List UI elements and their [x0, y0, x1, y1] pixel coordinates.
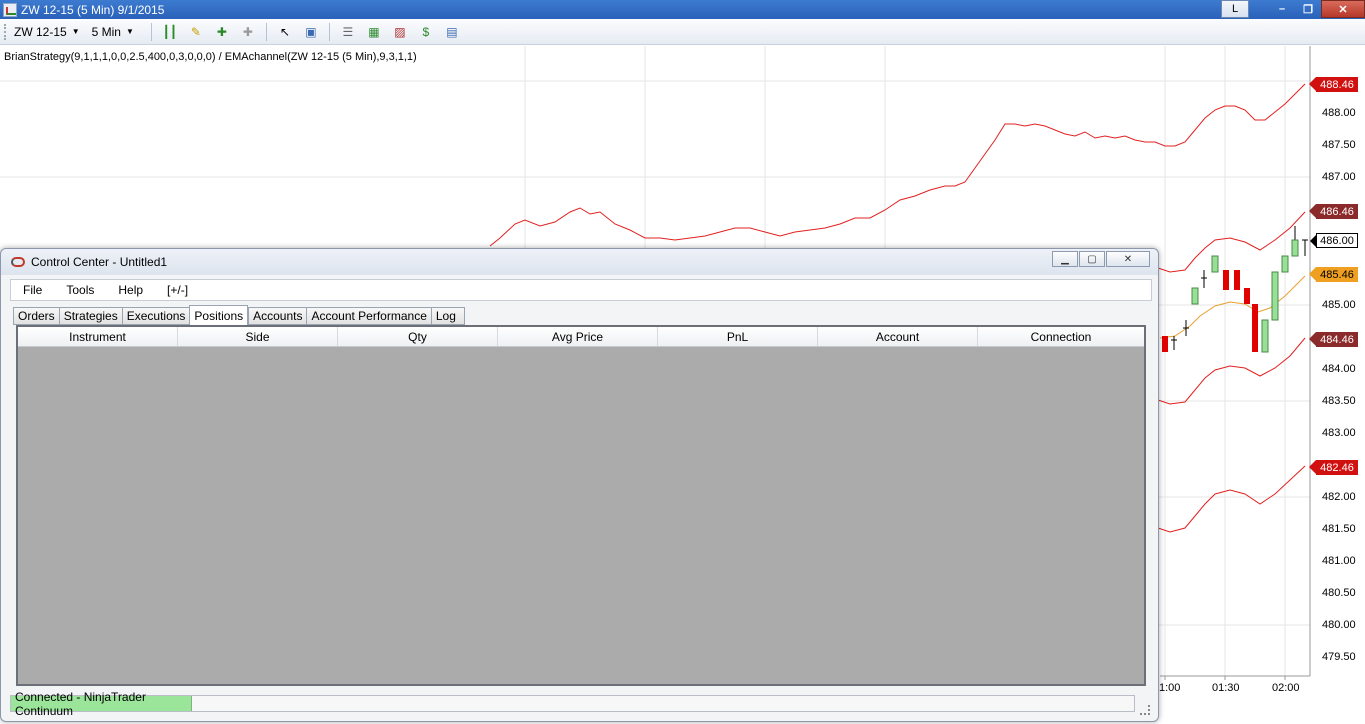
price-tag: 488.46	[1309, 77, 1358, 92]
toolbar-separator	[328, 22, 330, 41]
menu-help[interactable]: Help	[106, 283, 155, 297]
zoom-out-icon[interactable]: ✚	[239, 23, 257, 41]
tab-strategies[interactable]: Strategies	[58, 307, 122, 325]
price-axis-label: 480.00	[1322, 619, 1356, 631]
interval-dropdown[interactable]: 5 Min ▼	[92, 25, 134, 39]
price-axis-label: 482.00	[1322, 491, 1356, 503]
price-axis-label: 488.00	[1322, 107, 1356, 119]
close-icon[interactable]: ✕	[1321, 0, 1365, 18]
positions-grid[interactable]: Instrument Side Qty Avg Price PnL Accoun…	[16, 325, 1146, 686]
control-center-tabs: Orders Strategies Executions Positions A…	[13, 305, 465, 325]
channel-lower-inner	[1157, 337, 1306, 405]
price-axis-label: 487.50	[1322, 139, 1356, 151]
tab-executions[interactable]: Executions	[121, 307, 190, 325]
strategies-icon[interactable]: ▨	[391, 23, 409, 41]
menu-expand[interactable]: [+/-]	[155, 283, 200, 297]
window-title: ZW 12-15 (5 Min) 9/1/2015	[21, 2, 165, 17]
window-icon[interactable]: ▤	[443, 23, 461, 41]
column-header-side[interactable]: Side	[178, 327, 338, 346]
price-axis-label: 487.00	[1322, 171, 1356, 183]
time-axis-label: 01:30	[1212, 682, 1240, 694]
price-axis-label: 483.00	[1322, 427, 1356, 439]
chart-app-icon	[3, 2, 17, 17]
tab-positions[interactable]: Positions	[189, 305, 249, 325]
price-axis-label: 479.50	[1322, 651, 1356, 663]
chart-toolbar: ZW 12-15 ▼ 5 Min ▼ ┃┃ ✎ ✚ ✚ ↖ ▣ ☰ ▦ ▨ $ ▤	[0, 19, 1365, 45]
time-axis-ticks	[1164, 676, 1286, 680]
control-center-window[interactable]: Control Center - Untitled1 ▁ ▢ ✕ File To…	[0, 248, 1159, 722]
price-axis-label: 483.50	[1322, 395, 1356, 407]
tab-account-performance[interactable]: Account Performance	[306, 307, 431, 325]
instrument-dropdown[interactable]: ZW 12-15 ▼	[14, 25, 80, 39]
column-header-avg-price[interactable]: Avg Price	[498, 327, 658, 346]
indicators-icon[interactable]: ▦	[365, 23, 383, 41]
data-box-icon[interactable]: ▣	[302, 23, 320, 41]
maximize-icon[interactable]: ▢	[1079, 251, 1105, 267]
minimize-icon[interactable]: ▁	[1052, 251, 1078, 267]
price-axis-label: 481.50	[1322, 523, 1356, 535]
resize-grip-icon[interactable]	[1140, 705, 1150, 715]
price-axis-label: 481.00	[1322, 555, 1356, 567]
control-center-status-bar: Connected - NinjaTrader Continuum	[10, 690, 1135, 718]
price-tag: 484.46	[1309, 332, 1358, 347]
positions-grid-header: Instrument Side Qty Avg Price PnL Accoun…	[18, 327, 1144, 347]
chart-style-icon[interactable]: ┃┃	[161, 23, 179, 41]
control-center-window-controls: ▁ ▢ ✕	[1051, 251, 1150, 267]
control-center-title: Control Center - Untitled1	[31, 255, 168, 269]
price-axis-label: 485.00	[1322, 299, 1356, 311]
time-axis-label: 02:00	[1272, 682, 1300, 694]
column-header-pnl[interactable]: PnL	[658, 327, 818, 346]
candles	[1162, 226, 1308, 353]
ninjatrader-logo-icon	[11, 257, 25, 267]
channel-upper-outer	[489, 83, 1306, 247]
minimize-icon[interactable]: –	[1269, 0, 1295, 18]
control-center-menu-bar: File Tools Help [+/-]	[10, 279, 1152, 301]
tab-log[interactable]: Log	[430, 307, 465, 325]
time-axis-label: 1:00	[1159, 682, 1181, 694]
channel-lower-outer	[1157, 465, 1306, 533]
price-tag: 485.46	[1309, 267, 1358, 282]
toolbar-separator	[265, 22, 267, 41]
dollar-icon[interactable]: $	[417, 23, 435, 41]
properties-icon[interactable]: ☰	[339, 23, 357, 41]
control-center-title-bar[interactable]: Control Center - Untitled1 ▁ ▢ ✕	[1, 249, 1158, 275]
instrument-value: ZW 12-15	[14, 24, 67, 39]
column-header-qty[interactable]: Qty	[338, 327, 498, 346]
price-tag: 486.00	[1310, 233, 1358, 248]
close-icon[interactable]: ✕	[1106, 251, 1150, 267]
zoom-in-icon[interactable]: ✚	[213, 23, 231, 41]
price-axis-label: 484.00	[1322, 363, 1356, 375]
cursor-icon[interactable]: ↖	[276, 23, 294, 41]
menu-file[interactable]: File	[11, 283, 54, 297]
maximize-icon[interactable]: ❐	[1295, 0, 1321, 18]
main-title-bar: ZW 12-15 (5 Min) 9/1/2015 L – ❐ ✕	[0, 0, 1365, 19]
tab-accounts[interactable]: Accounts	[248, 307, 307, 325]
price-tag: 482.46	[1309, 460, 1358, 475]
price-axis-label: 480.50	[1322, 587, 1356, 599]
ema-line	[1159, 275, 1306, 339]
interval-value: 5 Min	[91, 24, 121, 39]
toolbar-separator	[150, 22, 152, 41]
price-tag: 486.46	[1309, 204, 1358, 219]
toolbar-grip[interactable]	[4, 23, 8, 40]
layout-button[interactable]: L	[1221, 0, 1249, 18]
column-header-instrument[interactable]: Instrument	[18, 327, 178, 346]
chevron-down-icon: ▼	[125, 27, 134, 36]
menu-tools[interactable]: Tools	[54, 283, 106, 297]
column-header-connection[interactable]: Connection	[978, 327, 1144, 346]
connection-status: Connected - NinjaTrader Continuum	[11, 690, 192, 718]
drawing-pencil-icon[interactable]: ✎	[187, 23, 205, 41]
column-header-account[interactable]: Account	[818, 327, 978, 346]
chevron-down-icon: ▼	[71, 27, 80, 36]
indicator-label: BrianStrategy(9,1,1,1,0,0,2.5,400,0,3,0,…	[4, 51, 417, 63]
tab-orders[interactable]: Orders	[13, 307, 59, 325]
window-controls: L – ❐ ✕	[1221, 0, 1365, 19]
